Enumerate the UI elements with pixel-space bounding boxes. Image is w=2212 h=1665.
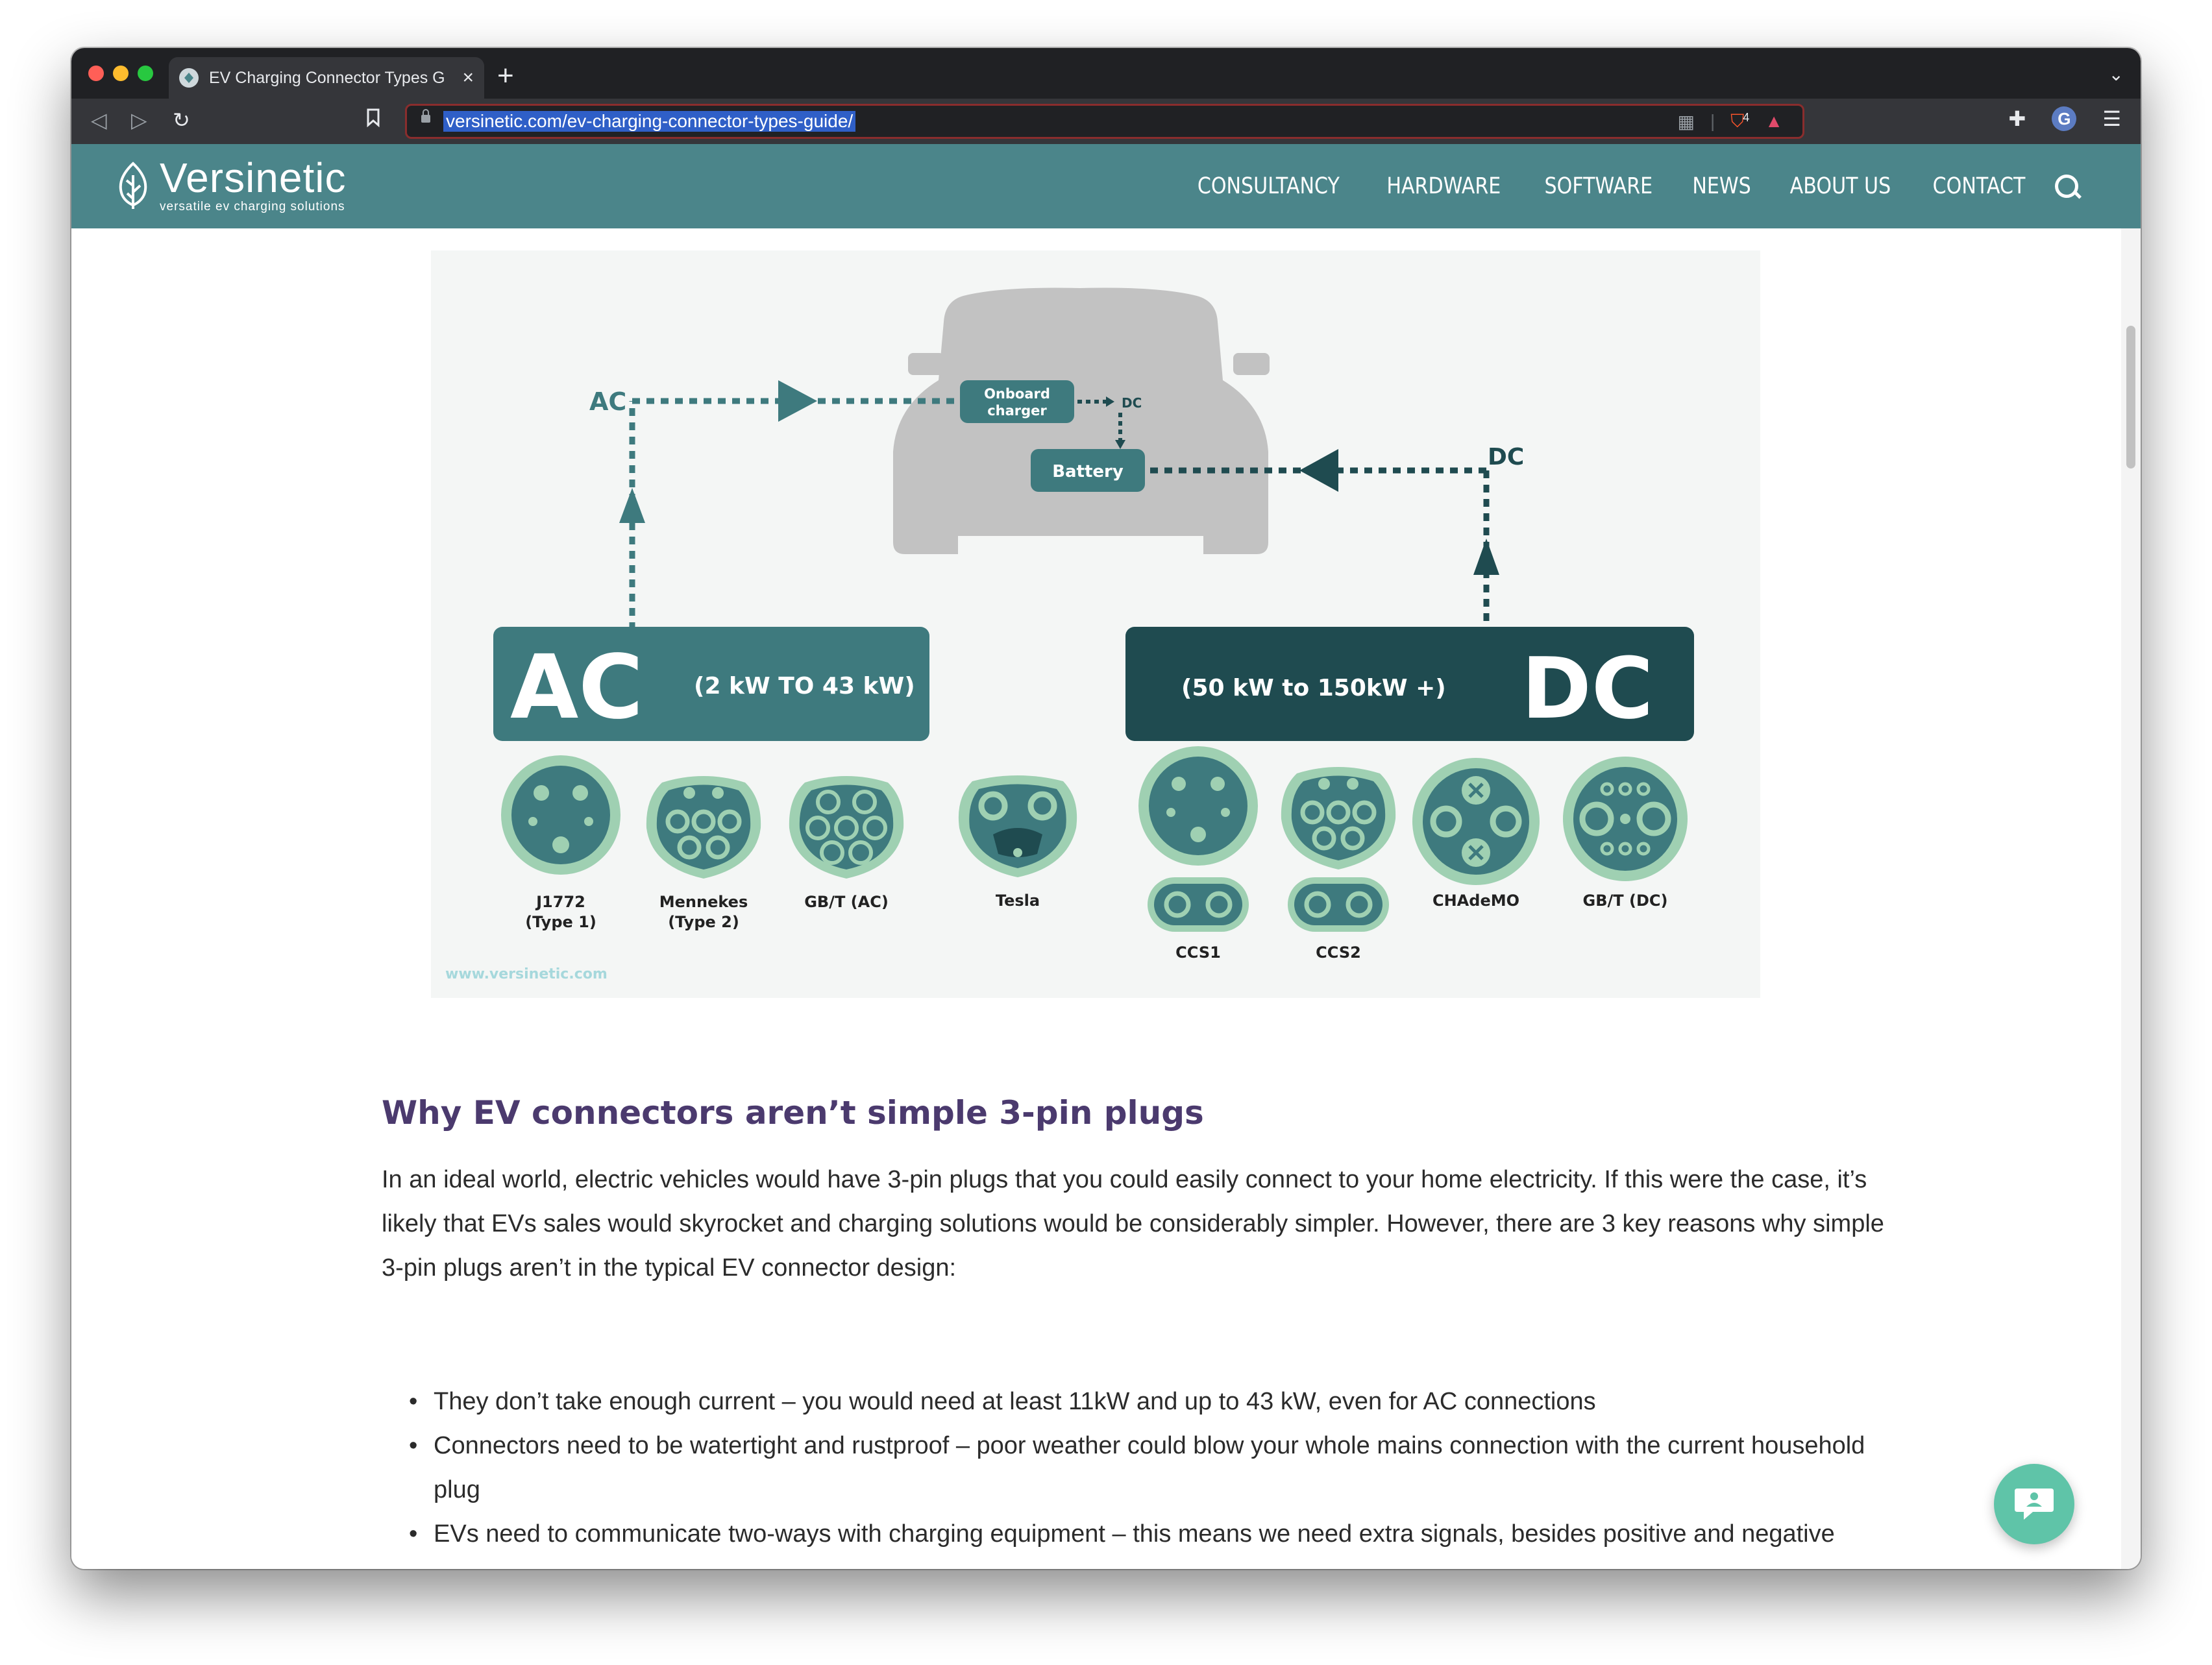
chat-widget-button[interactable] — [1994, 1464, 2074, 1544]
maximize-window-button[interactable] — [138, 66, 153, 81]
ac-banner-title: AC — [510, 637, 643, 739]
hamburger-menu-icon[interactable]: ☰ — [2102, 106, 2121, 131]
puzzle-icon[interactable]: ✚ — [2009, 106, 2026, 131]
mennekes-label-1: Mennekes — [659, 893, 748, 911]
list-item: Connectors need to be watertight and rus… — [382, 1424, 1900, 1512]
browser-toolbar: ◁ ▷ ↻ versinetic.com/ev-charging-connect… — [71, 99, 2141, 144]
list-item: EVs need to communicate two-ways with ch… — [382, 1512, 1900, 1556]
ccs2-connector-icon — [1281, 767, 1396, 932]
j1772-connector-icon — [501, 755, 621, 875]
dc-up-arrowhead — [1473, 539, 1499, 575]
nav-consultancy[interactable]: CONSULTANCY — [1198, 173, 1340, 199]
onboard-label-1: Onboard — [984, 386, 1050, 402]
ac-right-arrowhead — [778, 380, 817, 422]
lock-icon — [421, 109, 430, 123]
list-item: They don’t take enough current – you wou… — [382, 1379, 1900, 1424]
infographic-svg: AC Onboard charger DC Battery DC AC (2 k… — [445, 287, 1694, 982]
gbt-dc-connector-icon — [1563, 757, 1688, 881]
toolbar-icons: ✚ G ☰ — [2009, 106, 2121, 131]
brave-shield-icon[interactable]: ⛉ — [1730, 111, 1744, 132]
brave-shield-count: 4 — [1743, 111, 1750, 124]
nav-contact[interactable]: CONTACT — [1933, 173, 2026, 199]
chat-bubble-icon — [2015, 1489, 2054, 1520]
browser-window: EV Charging Connector Types G × + ⌄ ◁ ▷ … — [71, 48, 2141, 1569]
dc-small-label: DC — [1122, 395, 1142, 411]
dc-left-arrowhead — [1299, 449, 1338, 492]
address-bar-icons: ▦ | ⛉ 4 ▲ — [1678, 111, 1784, 132]
leaf-logo-icon — [119, 162, 147, 209]
new-tab-button[interactable]: + — [497, 60, 514, 92]
page-scrollbar[interactable] — [2121, 228, 2141, 1569]
gbt-ac-label: GB/T (AC) — [804, 893, 889, 911]
reload-icon[interactable]: ↻ — [173, 108, 190, 132]
battery-label: Battery — [1052, 462, 1124, 481]
j1772-label-2: (Type 1) — [525, 913, 596, 931]
back-arrow-icon[interactable]: ◁ — [91, 108, 107, 132]
tesla-connector-icon — [958, 775, 1077, 877]
separator: | — [1710, 111, 1715, 131]
tab-title: EV Charging Connector Types G — [209, 68, 445, 87]
logo-wordmark: Versinetic — [160, 154, 347, 201]
site-header: Versinetic versatile ev charging solutio… — [71, 144, 2141, 228]
minimize-window-button[interactable] — [113, 66, 129, 81]
url-text[interactable]: versinetic.com/ev-charging-connector-typ… — [443, 111, 856, 132]
ccs1-label: CCS1 — [1175, 943, 1221, 962]
reasons-list: They don’t take enough current – you wou… — [382, 1379, 1900, 1556]
dc-top-label: DC — [1488, 444, 1524, 470]
address-bar[interactable]: versinetic.com/ev-charging-connector-typ… — [405, 104, 1804, 139]
car-silhouette — [893, 287, 1270, 554]
gbt-ac-connector-icon — [789, 776, 904, 879]
browser-tab[interactable]: EV Charging Connector Types G × — [169, 57, 484, 99]
nav-news[interactable]: NEWS — [1692, 173, 1751, 199]
logo-tagline: versatile ev charging solutions — [160, 200, 345, 213]
tesla-label: Tesla — [996, 892, 1040, 910]
nav-hardware[interactable]: HARDWARE — [1386, 173, 1501, 199]
chademo-connector-icon — [1412, 758, 1540, 885]
tab-search-chevron-icon[interactable]: ⌄ — [2109, 64, 2124, 85]
gbt-dc-label: GB/T (DC) — [1583, 892, 1668, 910]
main-navigation: CONSULTANCY HARDWARE SOFTWARE NEWS ABOUT… — [1186, 144, 2078, 228]
article-heading: Why EV connectors aren’t simple 3-pin pl… — [382, 1094, 1204, 1132]
search-icon[interactable] — [2055, 175, 2078, 198]
brave-rewards-icon[interactable]: ▲ — [1765, 111, 1783, 132]
onboard-label-2: charger — [987, 403, 1047, 419]
grammarly-g-icon[interactable]: G — [2052, 106, 2077, 131]
tab-close-icon[interactable]: × — [462, 67, 474, 89]
chademo-label: CHAdeMO — [1432, 892, 1519, 910]
infographic-watermark: www.versinetic.com — [445, 966, 608, 982]
dc-power-range: (50 kW to 150kW +) — [1181, 675, 1446, 701]
ac-top-label: AC — [589, 387, 626, 416]
ac-up-arrowhead — [619, 488, 645, 523]
article-paragraph: In an ideal world, electric vehicles wou… — [382, 1166, 1884, 1282]
mennekes-label-2: (Type 2) — [668, 913, 739, 931]
forward-arrow-icon[interactable]: ▷ — [131, 108, 147, 132]
page-content: AC Onboard charger DC Battery DC AC (2 k… — [71, 228, 2121, 1569]
dc-banner-title: DC — [1521, 639, 1653, 738]
scrollbar-thumb[interactable] — [2126, 326, 2135, 468]
site-favicon-icon — [179, 68, 199, 88]
ccs2-label: CCS2 — [1316, 943, 1361, 962]
bookmark-icon[interactable] — [366, 108, 380, 132]
tab-strip: EV Charging Connector Types G × + ⌄ — [71, 48, 2141, 99]
ev-connector-infographic: AC Onboard charger DC Battery DC AC (2 k… — [431, 250, 1760, 998]
ac-power-range: (2 kW TO 43 kW) — [694, 673, 915, 699]
nav-software[interactable]: SOFTWARE — [1545, 173, 1653, 199]
site-logo[interactable]: Versinetic versatile ev charging solutio… — [110, 157, 346, 214]
qr-code-icon[interactable]: ▦ — [1678, 111, 1695, 132]
nav-about-us[interactable]: ABOUT US — [1790, 173, 1891, 199]
close-window-button[interactable] — [88, 66, 104, 81]
mennekes-connector-icon — [646, 776, 761, 879]
j1772-label-1: J1772 — [535, 893, 585, 911]
ccs1-connector-icon — [1138, 746, 1258, 932]
